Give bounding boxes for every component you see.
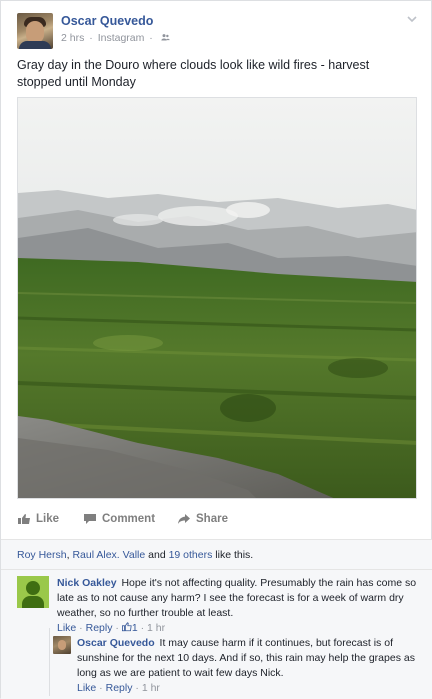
liker-raul-alex-valle[interactable]: Raul Alex. Valle — [72, 549, 145, 561]
like-label: Like — [36, 513, 60, 525]
reply-reply-link[interactable]: Reply — [106, 682, 133, 694]
comment-icon — [84, 514, 96, 524]
reply-body: Oscar Quevedo It may cause harm if it co… — [77, 636, 417, 694]
post-source[interactable]: Instagram — [98, 32, 145, 44]
post-meta: 2 hrs · Instagram · — [61, 32, 170, 44]
footer-separator: · — [96, 682, 106, 694]
likes-suffix: like this. — [212, 549, 254, 561]
like-count-thumb-icon — [121, 622, 132, 632]
vineyard-image — [18, 98, 416, 498]
post-card: Oscar Quevedo 2 hrs · Instagram · Gray d… — [0, 0, 432, 699]
comment-reply-link[interactable]: Reply — [86, 622, 113, 634]
likes-summary: Roy Hersh, Raul Alex. Valle and 19 other… — [1, 540, 432, 570]
reply-text-block: Oscar Quevedo It may cause harm if it co… — [77, 636, 417, 681]
comment-label: Comment — [102, 513, 156, 525]
author-name[interactable]: Oscar Quevedo — [61, 14, 153, 28]
comment-text-block: Nick Oakley Hope it's not affecting qual… — [57, 576, 417, 621]
thumbs-up-icon — [18, 514, 30, 524]
friends-audience-icon[interactable] — [161, 33, 170, 42]
footer-separator: · — [137, 622, 147, 634]
reply-footer: Like · Reply · 1 hr — [77, 682, 417, 694]
commenter-name[interactable]: Nick Oakley — [57, 577, 117, 589]
comment-footer: Like · Reply · 1 · 1 hr — [57, 622, 417, 634]
post-time[interactable]: 2 hrs — [61, 32, 84, 44]
post-status-text: Gray day in the Douro where clouds look … — [17, 58, 370, 89]
author-avatar[interactable] — [17, 13, 53, 49]
liker-roy-hersh[interactable]: Roy Hersh — [17, 549, 67, 561]
reply-author-avatar[interactable] — [53, 636, 71, 654]
reply-like-link[interactable]: Like — [77, 682, 96, 694]
comments-section: Nick Oakley Hope it's not affecting qual… — [1, 570, 432, 699]
reply-author-name[interactable]: Oscar Quevedo — [77, 637, 155, 649]
post-photo[interactable] — [17, 97, 417, 499]
share-button[interactable]: Share — [177, 513, 228, 525]
like-button[interactable]: Like — [17, 513, 59, 525]
post-actions: Like Comment Share — [17, 513, 417, 533]
footer-separator: · — [112, 622, 122, 634]
likes-and: and — [145, 549, 169, 561]
likes-others-link[interactable]: 19 others — [169, 549, 213, 561]
meta-separator: · — [86, 32, 96, 44]
reply-item: Oscar Quevedo It may cause harm if it co… — [53, 636, 417, 694]
share-icon — [178, 514, 190, 524]
commenter-avatar[interactable] — [17, 576, 49, 608]
reply-thread-line — [49, 628, 50, 696]
comment-time[interactable]: 1 hr — [147, 622, 165, 634]
post-header: Oscar Quevedo 2 hrs · Instagram · — [17, 13, 417, 49]
comment-button[interactable]: Comment — [83, 513, 155, 525]
comment-like-link[interactable]: Like — [57, 622, 76, 634]
comment-body: Nick Oakley Hope it's not affecting qual… — [57, 576, 417, 634]
comment-item: Nick Oakley Hope it's not affecting qual… — [17, 576, 417, 634]
chevron-down-icon[interactable] — [407, 15, 417, 23]
meta-separator-2: · — [146, 32, 156, 44]
footer-separator: · — [76, 622, 86, 634]
footer-separator: · — [132, 682, 142, 694]
share-label: Share — [196, 513, 228, 525]
reply-time[interactable]: 1 hr — [142, 682, 160, 694]
